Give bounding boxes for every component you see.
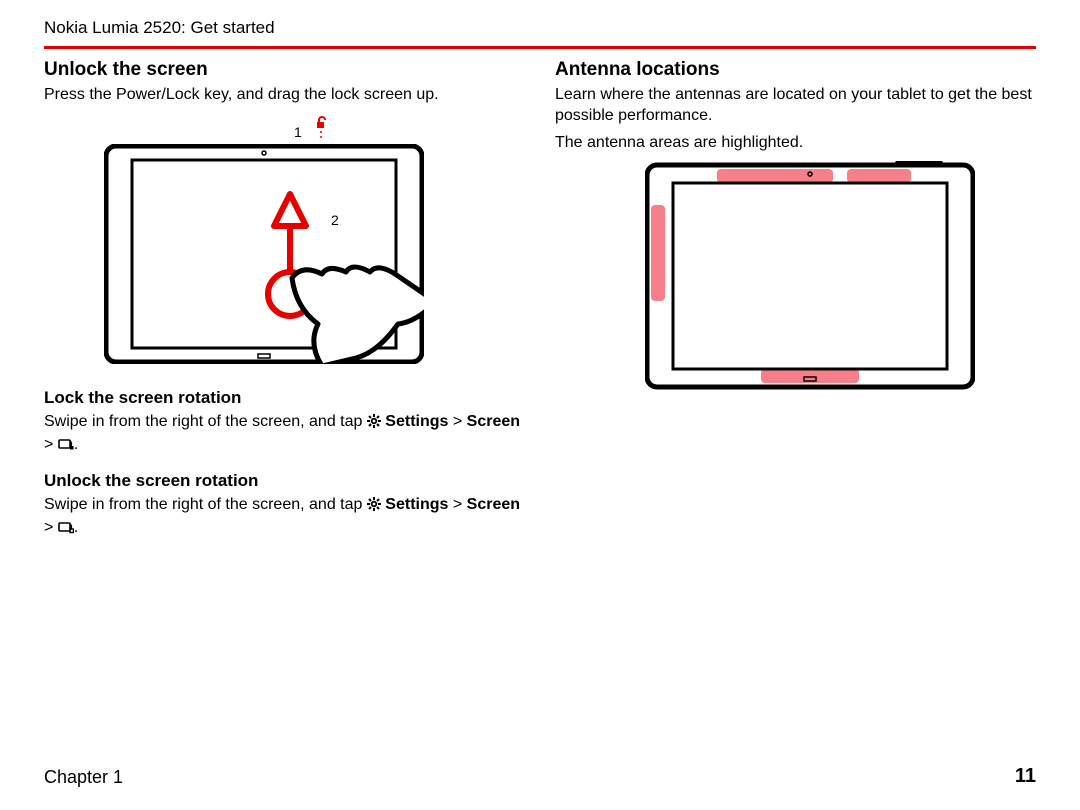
chapter-label: Chapter 1 [44,767,123,788]
right-column: Antenna locations Learn where the antenn… [555,59,1036,547]
figure-unlock-gesture: 1 2 [104,114,434,374]
heading-unlock-rotation: Unlock the screen rotation [44,471,525,491]
gear-icon [367,414,381,435]
header-rule [44,46,1036,49]
page-number: 11 [1015,765,1036,788]
rotation-unlock-icon [58,520,74,541]
text-unlock-rotation: Swipe in from the right of the screen, a… [44,495,525,541]
rotation-lock-icon [58,437,74,458]
text-antenna-2: The antenna areas are highlighted. [555,133,1036,154]
callout-1: 1 [294,124,302,140]
label-settings-2: Settings [385,496,448,513]
figure-antenna-locations [645,161,975,391]
tablet-unlock-illustration [104,144,424,364]
text-unlock-screen: Press the Power/Lock key, and drag the l… [44,85,525,106]
lock-icon [314,114,334,142]
label-screen-2: Screen [467,496,520,513]
left-column: Unlock the screen Press the Power/Lock k… [44,59,525,547]
heading-unlock-screen: Unlock the screen [44,59,525,81]
label-screen: Screen [467,413,520,430]
tablet-antenna-illustration [645,161,975,391]
text-lock-rotation: Swipe in from the right of the screen, a… [44,412,525,458]
heading-antenna: Antenna locations [555,59,1036,81]
heading-lock-rotation: Lock the screen rotation [44,388,525,408]
doc-header: Nokia Lumia 2520: Get started [44,18,1036,42]
manual-page: Nokia Lumia 2520: Get started Unlock the… [0,0,1080,810]
text-antenna-1: Learn where the antennas are located on … [555,85,1036,127]
label-settings: Settings [385,413,448,430]
gear-icon [367,497,381,518]
text-unlock-rotation-pre: Swipe in from the right of the screen, a… [44,496,367,513]
columns: Unlock the screen Press the Power/Lock k… [44,59,1036,547]
text-lock-rotation-pre: Swipe in from the right of the screen, a… [44,413,367,430]
